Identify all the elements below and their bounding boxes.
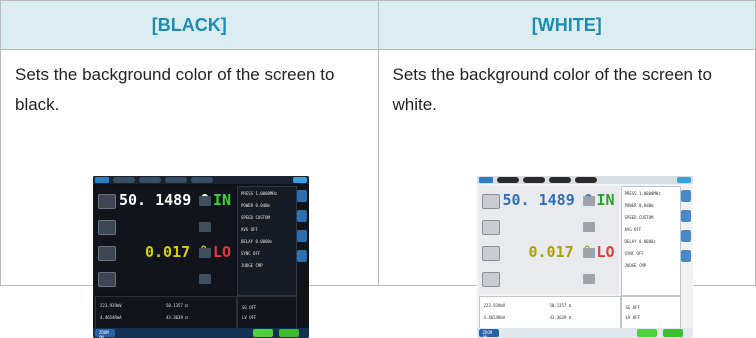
screen-white: 50. 1489 Ω IN 0.017 ° LO PRESS 1.0000MHz… bbox=[476, 176, 693, 338]
readout-panel: 223.939mV 4.4654RmA 50.1357 Ω 43.3639 Ω bbox=[95, 296, 237, 330]
footer-bar: ZOOM ON bbox=[476, 328, 693, 338]
readout-panel: 223.939mV 4.4654RmA 50.1357 Ω 43.3639 Ω bbox=[478, 296, 621, 330]
screenshot-white: 50. 1489 Ω IN 0.017 ° LO PRESS 1.0000MHz… bbox=[476, 176, 693, 338]
primary-value: 50. 1489 Ω bbox=[502, 191, 593, 209]
footer-bar: ZOOM ON bbox=[93, 328, 309, 338]
measurement-panel: 50. 1489 Ω IN 0.017 ° LO bbox=[95, 186, 235, 294]
param-button-1 bbox=[98, 194, 116, 209]
judge-lo: LO bbox=[596, 243, 615, 261]
param-button-1 bbox=[481, 194, 500, 209]
param-button-2 bbox=[98, 246, 116, 261]
source-panel: SG OFF LV OFF bbox=[237, 296, 297, 330]
settings-panel: PRESS 1.0000MHz POWER 0.0dBm SPEED CUSTO… bbox=[620, 186, 681, 296]
logo bbox=[95, 177, 109, 183]
description-white: Sets the background color of the screen … bbox=[392, 65, 712, 114]
off-button-1 bbox=[481, 220, 500, 235]
cell-white: Sets the background color of the screen … bbox=[377, 49, 756, 338]
logo bbox=[478, 177, 493, 183]
judge-lo: LO bbox=[213, 243, 232, 261]
off-button-2 bbox=[481, 272, 500, 287]
top-bar bbox=[476, 176, 693, 184]
description-black: Sets the background color of the screen … bbox=[15, 65, 335, 114]
judge-in: IN bbox=[213, 191, 232, 209]
settings-panel: PRESS 1.0000MHz POWER 0.0dBm SPEED CUSTO… bbox=[237, 186, 297, 296]
header-black: [BLACK] bbox=[0, 0, 379, 50]
primary-value: 50. 1489 Ω bbox=[119, 191, 210, 209]
comparison-table: [BLACK] [WHITE] Sets the background colo… bbox=[0, 0, 756, 338]
screenshot-black: 50. 1489 Ω IN 0.017 ° LO PRESS 1.0000MHz… bbox=[93, 176, 309, 338]
off-button-2 bbox=[98, 272, 116, 287]
cell-black: Sets the background color of the screen … bbox=[0, 49, 379, 338]
screen-black: 50. 1489 Ω IN 0.017 ° LO PRESS 1.0000MHz… bbox=[93, 176, 309, 338]
header-white: [WHITE] bbox=[377, 0, 756, 50]
top-bar bbox=[93, 176, 309, 184]
menu-button bbox=[293, 177, 307, 183]
source-panel: SG OFF LV OFF bbox=[620, 296, 681, 330]
judge-in: IN bbox=[596, 191, 615, 209]
measurement-panel: 50. 1489 Ω IN 0.017 ° LO bbox=[478, 186, 619, 294]
menu-button bbox=[676, 177, 691, 183]
param-button-2 bbox=[481, 246, 500, 261]
off-button-1 bbox=[98, 220, 116, 235]
